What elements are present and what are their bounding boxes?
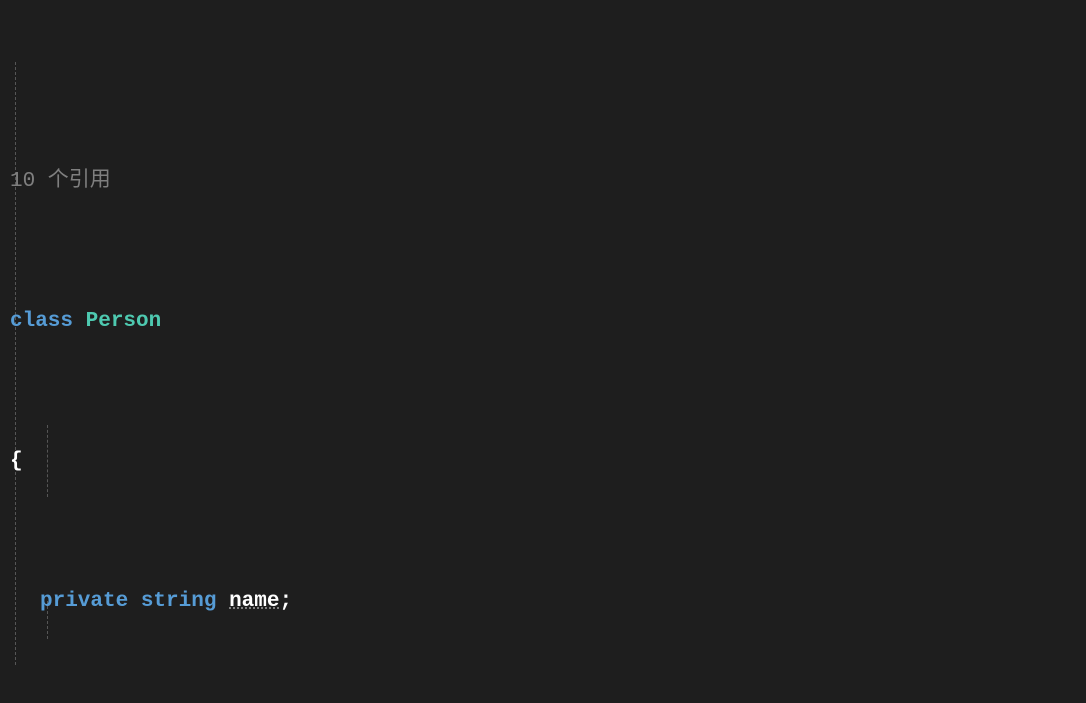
semicolon: ; [279, 590, 292, 613]
keyword-string: string [141, 590, 217, 613]
field-name: name [229, 590, 279, 613]
type-person: Person [86, 310, 162, 333]
brace-open: { [10, 450, 23, 473]
code-line: class Person [10, 308, 1086, 336]
keyword-private: private [40, 590, 128, 613]
indent-guides [0, 0, 50, 140]
codelens-text: 10 个引用 [10, 170, 111, 193]
code-line: private string name; [10, 588, 1086, 616]
code-editor[interactable]: 10 个引用 class Person { private string nam… [0, 0, 1086, 703]
codelens-class-refs[interactable]: 10 个引用 [10, 168, 1086, 196]
code-line: { [10, 448, 1086, 476]
keyword-class: class [10, 310, 73, 333]
